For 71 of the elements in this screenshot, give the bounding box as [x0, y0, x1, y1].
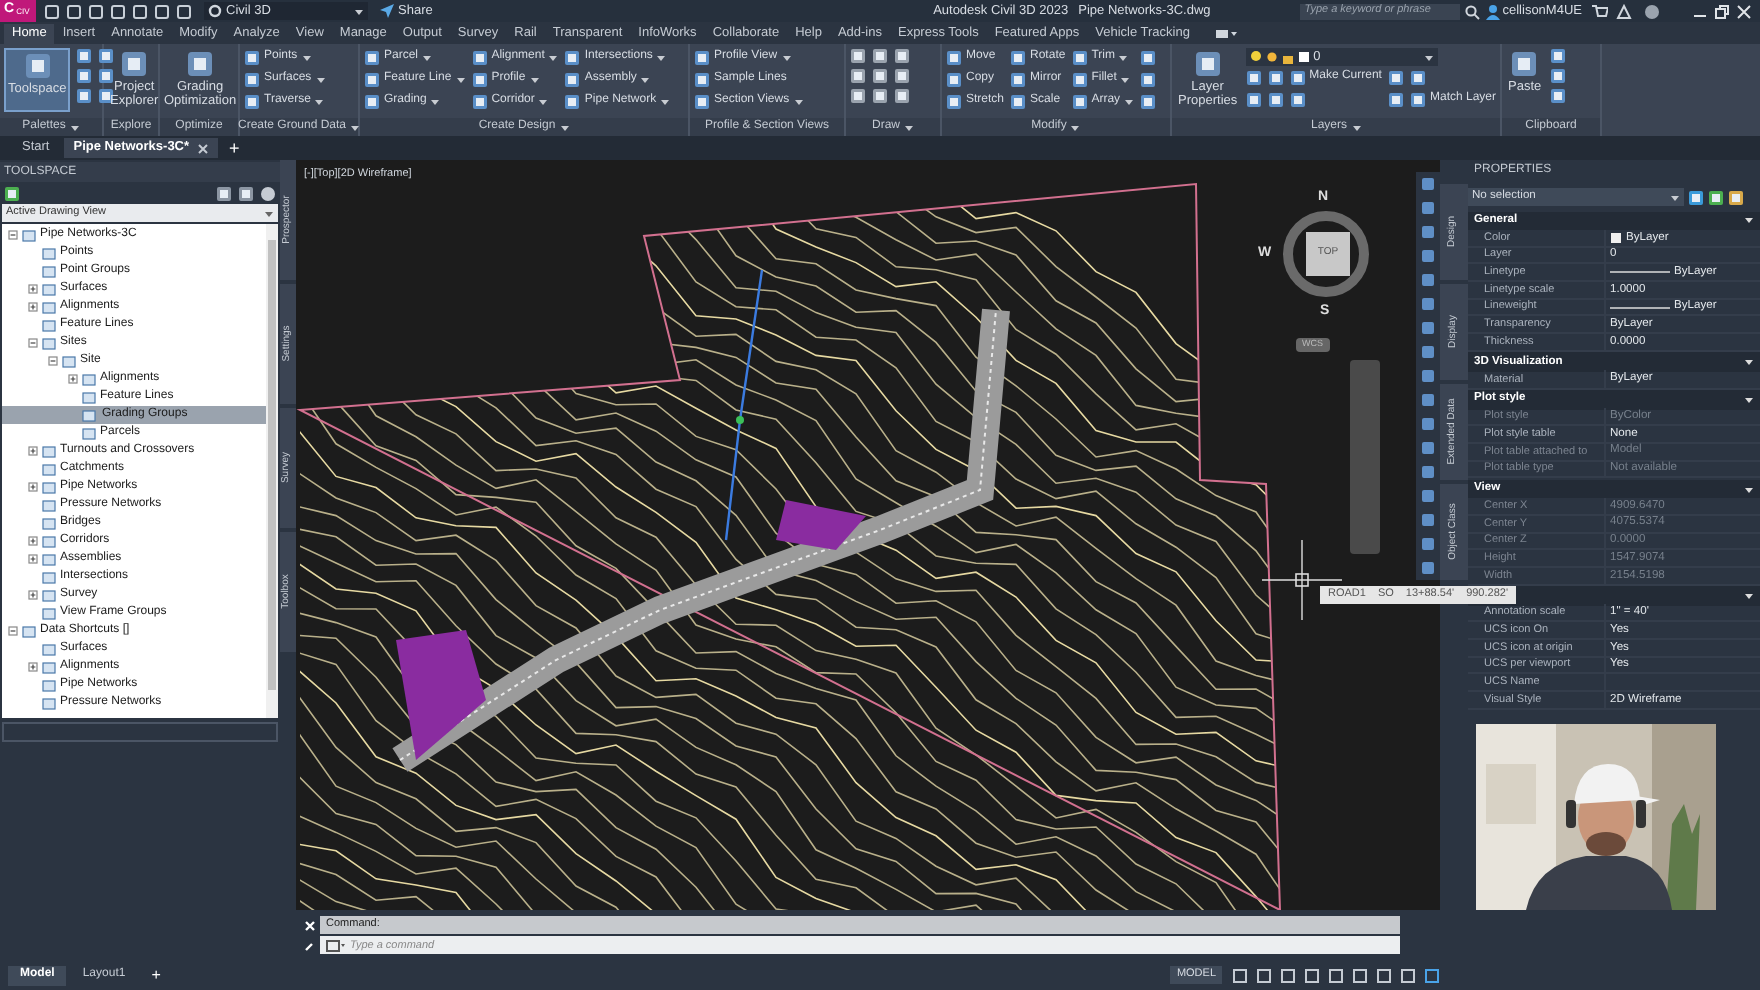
send-icon — [380, 4, 394, 18]
expand-toggle[interactable] — [48, 356, 58, 366]
caret-icon — [538, 97, 549, 105]
scrollbar-thumb[interactable] — [268, 240, 276, 690]
triangle-icon[interactable] — [1616, 3, 1632, 19]
caret-icon — [1744, 216, 1754, 225]
expand-toggle[interactable] — [28, 482, 38, 492]
caret-icon — [1423, 53, 1434, 61]
expand-toggle[interactable] — [28, 302, 38, 312]
caret-icon — [1670, 193, 1680, 201]
swatch-icon — [1297, 50, 1310, 64]
expand-toggle[interactable] — [28, 338, 38, 348]
tool-icon — [186, 50, 214, 78]
new-tab-button[interactable]: + — [221, 138, 248, 158]
caret-icon — [314, 97, 325, 105]
caret-icon — [904, 123, 914, 131]
prompt-icon[interactable] — [326, 939, 346, 951]
caret-icon — [1124, 97, 1135, 105]
caret-icon — [793, 97, 804, 105]
caret-icon — [1351, 123, 1361, 131]
caret-icon — [640, 75, 651, 83]
caret-icon — [1118, 53, 1129, 61]
caret-icon — [781, 53, 792, 61]
sun-icon — [1265, 50, 1278, 64]
expand-toggle[interactable] — [68, 374, 78, 384]
caret-icon — [548, 53, 559, 61]
caret-icon — [455, 75, 466, 83]
caret-icon — [264, 209, 274, 217]
tool-icon — [120, 50, 149, 78]
close-icon[interactable] — [1736, 3, 1752, 19]
toggle-icon[interactable] — [1213, 28, 1238, 40]
expand-toggle[interactable] — [8, 230, 18, 240]
bulb-icon — [1249, 50, 1262, 64]
expand-toggle[interactable] — [8, 626, 18, 636]
caret-icon — [1744, 485, 1754, 493]
restore-icon[interactable] — [1714, 3, 1730, 19]
expand-toggle[interactable] — [28, 536, 38, 546]
caret-icon — [422, 53, 433, 61]
toolbar-icon[interactable] — [4, 185, 20, 201]
tool-icon — [1510, 50, 1539, 78]
caret-icon — [529, 75, 540, 83]
expand-toggle[interactable] — [28, 590, 38, 600]
caret-icon — [69, 123, 80, 131]
caret-icon — [660, 97, 671, 105]
caret-icon — [301, 53, 312, 61]
caret-icon — [1744, 591, 1754, 600]
close-icon[interactable] — [197, 143, 208, 153]
caret-icon — [1070, 123, 1081, 131]
lock-icon — [1281, 50, 1294, 64]
caret-icon — [1744, 395, 1754, 404]
expand-toggle[interactable] — [28, 284, 38, 294]
line-sample-icon — [1610, 303, 1670, 312]
user-icon — [1486, 3, 1501, 19]
caret-icon — [559, 123, 570, 131]
caret-icon — [1120, 75, 1131, 83]
caret-icon — [350, 123, 361, 131]
expand-toggle[interactable] — [28, 554, 38, 564]
tool-icon — [23, 52, 52, 80]
expand-toggle[interactable] — [28, 662, 38, 672]
search-icon[interactable] — [1464, 3, 1481, 19]
tool-icon — [1193, 50, 1222, 78]
caret-icon — [656, 53, 667, 61]
caret-icon — [354, 7, 364, 15]
caret-icon — [1744, 358, 1754, 367]
cart-icon[interactable] — [1592, 3, 1608, 19]
expand-toggle[interactable] — [28, 446, 38, 456]
caret-icon — [315, 75, 326, 83]
line-sample-icon — [1610, 268, 1670, 277]
caret-icon — [430, 97, 441, 105]
color-swatch-icon — [1610, 231, 1622, 244]
add-layout-button[interactable]: + — [141, 963, 171, 987]
